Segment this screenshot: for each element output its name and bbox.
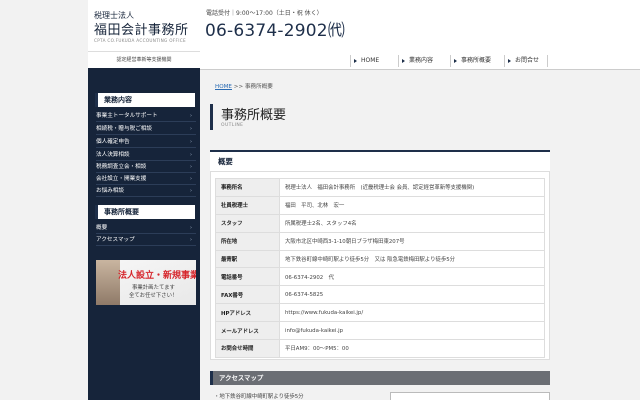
- sidebar-item-label: 会社設立・開業支援: [96, 176, 147, 182]
- table-row: メールアドレス info@fukuda-kaikei.jp: [215, 321, 545, 341]
- table-row: 所在地 大阪市北区中崎西3-1-10朝日プラザ梅田東207号: [215, 231, 545, 251]
- triangle-right-icon: [402, 59, 405, 63]
- sidebar-item[interactable]: 相続税・贈与税ご相談 ›: [96, 124, 196, 135]
- page: 税理士法人 福田会計事務所 CPTA CO.FUKUDA ACCOUNTING …: [0, 0, 640, 400]
- sidebar-heading-services: 業務内容: [95, 93, 195, 107]
- page-title: 事務所概要: [221, 108, 287, 123]
- table-row: スタッフ 所属税理士2名、スタッフ4名: [215, 213, 545, 233]
- nav-home[interactable]: HOME: [350, 55, 394, 67]
- sidebar-item-label: お悩み相談: [96, 188, 124, 194]
- table-row: 電話番号 06-6374-2902 代: [215, 267, 545, 287]
- sidebar-item-label: 概要: [96, 225, 108, 231]
- row-key: HPアドレス: [215, 303, 280, 323]
- sidebar-item[interactable]: 会社設立・開業支援 ›: [96, 174, 196, 185]
- arrow-right-icon: ›: [190, 225, 192, 231]
- breadcrumb-current: 事務所概要: [244, 84, 273, 90]
- row-key: スタッフ: [215, 213, 280, 233]
- row-key: 所在地: [215, 231, 280, 251]
- sidebar-item[interactable]: 法人決算相談 ›: [96, 150, 196, 161]
- nav-home-label: HOME: [361, 57, 380, 64]
- table-row: 最寄駅 地下鉄谷町線中崎町駅より徒歩5分 又は 阪急電鉄梅田駅より徒歩5分: [215, 249, 545, 269]
- sidebar-item[interactable]: 概要 ›: [96, 223, 196, 234]
- nav-services-label: 業務内容: [409, 57, 434, 64]
- row-key: 社員税理士: [215, 195, 280, 215]
- table-row: 事務所名 税理士法人 福田会計事務所 (近畿税理士会 会員、認定経営革新等支援機関…: [215, 178, 545, 197]
- page-title-en: OUTLINE: [221, 123, 244, 128]
- row-value: 06-6374-5825: [279, 285, 545, 305]
- row-value: 税理士法人 福田会計事務所 (近畿税理士会 会員、認定経営革新等支援機関): [279, 178, 545, 197]
- sidebar-item[interactable]: お悩み相談 ›: [96, 186, 196, 197]
- logo[interactable]: 税理士法人 福田会計事務所 CPTA CO.FUKUDA ACCOUNTING …: [88, 0, 200, 52]
- access-directions: ・地下鉄谷町線中崎町駅より徒歩5分: [214, 394, 304, 400]
- triangle-right-icon: [454, 59, 457, 63]
- sidebar-item-label: 相続税・贈与税ご相談: [96, 126, 152, 132]
- nav-contact-label: お問合せ: [515, 57, 540, 64]
- row-value: 所属税理士2名、スタッフ4名: [279, 213, 545, 233]
- nav-office[interactable]: 事務所概要: [450, 55, 500, 67]
- nav-contact[interactable]: お問合せ: [504, 55, 548, 67]
- row-value[interactable]: https://www.fukuda-kaikei.jp/: [279, 303, 545, 323]
- logo-subtitle: 認定経営革新等支援機関: [88, 52, 200, 68]
- table-row: HPアドレス https://www.fukuda-kaikei.jp/: [215, 303, 545, 323]
- map-embed[interactable]: [390, 392, 550, 400]
- sidebar-item-label: 税務調査立会・相談: [96, 164, 147, 170]
- phone-number: 06-6374-2902㈹: [205, 21, 346, 41]
- arrow-right-icon: ›: [190, 188, 192, 194]
- row-value: 地下鉄谷町線中崎町駅より徒歩5分 又は 阪急電鉄梅田駅より徒歩5分: [279, 249, 545, 269]
- row-value: 大阪市北区中崎西3-1-10朝日プラザ梅田東207号: [279, 231, 545, 251]
- title-accent: [210, 104, 213, 130]
- sidebar-item[interactable]: 個人確定申告 ›: [96, 137, 196, 148]
- row-value: 平日AM9：00〜PM5：00: [279, 339, 545, 358]
- sidebar-item[interactable]: 事業主トータルサポート ›: [96, 111, 196, 122]
- sidebar-item[interactable]: 税務調査立会・相談 ›: [96, 162, 196, 173]
- sidebar-item-label: 個人確定申告: [96, 139, 130, 145]
- row-key: 電話番号: [215, 267, 280, 287]
- sidebar-heading-office: 事務所概要: [95, 205, 195, 219]
- sidebar-item-label: アクセスマップ: [96, 237, 135, 243]
- table-row: 社員税理士 福田 平司、北林 宏一: [215, 195, 545, 215]
- logo-line3: CPTA CO.FUKUDA ACCOUNTING OFFICE: [94, 38, 186, 43]
- outline-heading: 概要: [210, 150, 550, 172]
- banner-photo: [96, 260, 120, 305]
- triangle-right-icon: [508, 59, 511, 63]
- breadcrumb-home-link[interactable]: HOME: [215, 84, 232, 90]
- table-row: FAX番号 06-6374-5825: [215, 285, 545, 305]
- outline-table: 事務所名 税理士法人 福田会計事務所 (近畿税理士会 会員、認定経営革新等支援機関…: [215, 178, 545, 358]
- arrow-right-icon: ›: [190, 237, 192, 243]
- nav-office-label: 事務所概要: [461, 57, 492, 64]
- logo-line2: 福田会計事務所: [94, 23, 189, 38]
- arrow-right-icon: ›: [190, 152, 192, 158]
- arrow-right-icon: ›: [190, 113, 192, 119]
- sidebar-item[interactable]: アクセスマップ ›: [96, 235, 196, 246]
- row-key: 最寄駅: [215, 249, 280, 269]
- access-map-heading: アクセスマップ: [210, 371, 550, 385]
- table-row: お問合せ時間 平日AM9：00〜PM5：00: [215, 339, 545, 358]
- sidebar-item-label: 事業主トータルサポート: [96, 113, 158, 119]
- row-value: 06-6374-2902 代: [279, 267, 545, 287]
- banner-text: 事業計画たてます: [132, 285, 175, 291]
- nav-services[interactable]: 業務内容: [398, 55, 446, 67]
- arrow-right-icon: ›: [190, 126, 192, 132]
- arrow-right-icon: ›: [190, 176, 192, 182]
- row-key: お問合せ時間: [215, 339, 280, 358]
- row-key: メールアドレス: [215, 321, 280, 341]
- row-value[interactable]: info@fukuda-kaikei.jp: [279, 321, 545, 341]
- breadcrumb: HOME >> 事務所概要: [215, 82, 273, 90]
- banner-text: 全てお任せ下さい！: [129, 293, 178, 299]
- arrow-right-icon: ›: [190, 139, 192, 145]
- arrow-right-icon: ›: [190, 164, 192, 170]
- promo-banner[interactable]: 法人設立・新規事業 事業計画たてます 全てお任せ下さい！: [96, 260, 196, 305]
- banner-title: 法人設立・新規事業: [118, 271, 196, 281]
- row-value: 福田 平司、北林 宏一: [279, 195, 545, 215]
- triangle-right-icon: [354, 59, 357, 63]
- row-key: FAX番号: [215, 285, 280, 305]
- breadcrumb-separator: >>: [231, 84, 245, 90]
- sidebar-item-label: 法人決算相談: [96, 152, 130, 158]
- row-key: 事務所名: [215, 178, 280, 197]
